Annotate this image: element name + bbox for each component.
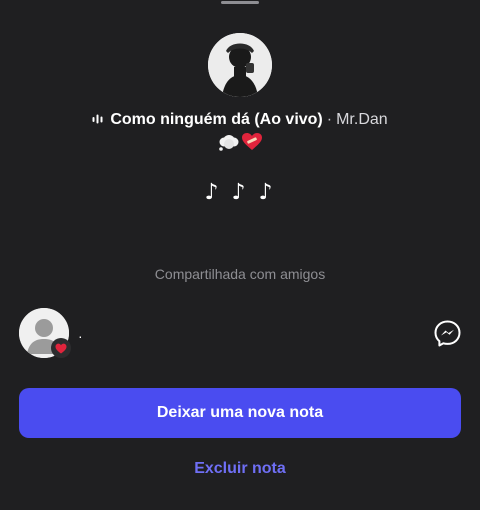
song-artist: Mr.Dan: [336, 111, 388, 128]
messenger-icon: [434, 320, 461, 347]
note-text: ♪ ♪ ♪: [204, 180, 276, 205]
heart-icon: [55, 343, 67, 353]
emoji-row: [217, 130, 267, 152]
leave-new-note-button[interactable]: Deixar uma nova nota: [19, 388, 461, 438]
thought-bubble-icon: [219, 135, 239, 151]
song-separator: ·: [326, 111, 333, 128]
mending-heart-icon: [242, 133, 262, 150]
audio-wave-icon: [92, 111, 104, 131]
viewer-name: ·: [78, 328, 83, 344]
author-photo: [208, 33, 272, 97]
song-title: Como ninguém dá (Ao vivo): [110, 111, 323, 128]
like-reaction-badge: [51, 338, 71, 358]
note-sheet: Como ninguém dá (Ao vivo) · Mr.Dan ♪ ♪ ♪ C…: [0, 0, 480, 510]
viewer-row[interactable]: ·: [0, 306, 480, 360]
delete-note-button[interactable]: Excluir nota: [0, 460, 480, 478]
visibility-label: Compartilhada com amigos: [154, 266, 326, 282]
note-author-avatar[interactable]: [208, 33, 272, 97]
song-line[interactable]: Como ninguém dá (Ao vivo) · Mr.Dan: [0, 110, 480, 131]
drag-handle[interactable]: [221, 1, 259, 4]
messenger-reply-button[interactable]: [434, 320, 461, 347]
